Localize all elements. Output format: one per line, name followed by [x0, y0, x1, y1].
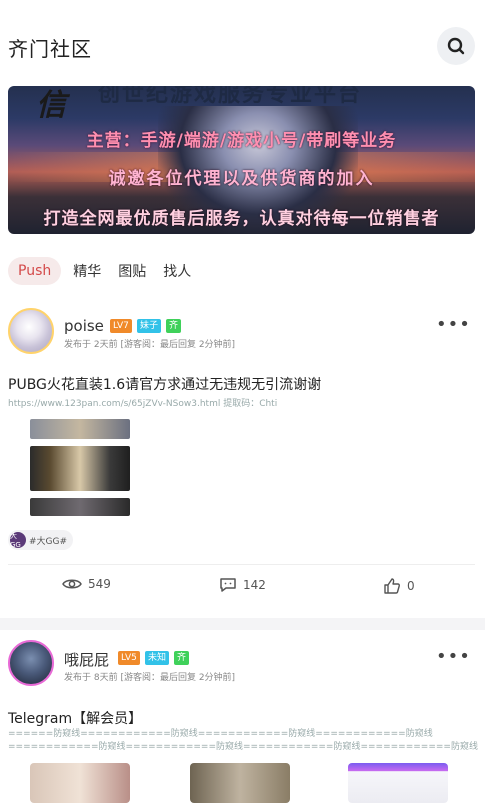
post-image[interactable]	[30, 498, 130, 516]
thumbs-up-icon	[384, 578, 400, 594]
post-meta: 发布于 2天前 [游客阅：最后回复 2分钟前]	[64, 340, 236, 350]
post-image[interactable]	[30, 446, 130, 491]
post-image[interactable]	[190, 763, 290, 803]
banner-line-business: 主营：手游/端游/游戏小号/带刷等业务	[86, 131, 397, 151]
more-options-icon[interactable]: •••	[436, 314, 471, 335]
eye-icon	[62, 579, 82, 589]
community-badge: 齐	[166, 319, 182, 333]
username[interactable]: poise	[64, 317, 104, 335]
comment-icon	[220, 578, 236, 592]
username[interactable]: 哦屁屁	[64, 649, 109, 670]
post-image[interactable]	[30, 419, 130, 439]
post-separator	[0, 618, 485, 630]
tab-push[interactable]: Push	[8, 257, 62, 285]
banner-logo: 信	[36, 88, 66, 123]
tab-image-posts[interactable]: 图贴	[118, 261, 146, 281]
community-badge: 齐	[174, 651, 190, 665]
comments-count: 142	[243, 578, 266, 592]
post-excerpt[interactable]: ======防窥线============防窥线============防窥线=…	[8, 728, 478, 754]
more-options-icon[interactable]: •••	[436, 646, 471, 667]
topic-tag[interactable]: 大GG #大GG#	[8, 530, 74, 550]
post-image[interactable]	[30, 763, 130, 803]
post-stats: 549 142 0	[0, 577, 485, 605]
post-card[interactable]: 哦屁屁 LV5 未知 齐 发布于 8天前 [游客阅：最后回复 2分钟前] •••…	[0, 630, 485, 803]
user-tag-badge: 未知	[145, 651, 170, 665]
topic-icon: 大GG	[10, 532, 26, 549]
search-button[interactable]	[437, 27, 475, 65]
divider	[8, 564, 475, 565]
user-tag-badge: 妹子	[137, 319, 162, 333]
post-image[interactable]	[348, 763, 448, 803]
banner-line-invite: 诚邀各位代理以及供货商的加入	[108, 169, 375, 189]
banner-line-service: 打造全网最优质售后服务，认真对待每一位销售者	[43, 209, 440, 229]
comments-stat[interactable]: 142	[219, 577, 266, 593]
app-header: 齐门社区	[0, 0, 485, 86]
post-title[interactable]: Telegram【解会员】	[8, 708, 142, 728]
promo-banner[interactable]: 信 创世纪游戏服务专业平台 主营：手游/端游/游戏小号/带刷等业务 诚邀各位代理…	[8, 86, 475, 234]
feed-tabs: Push 精华 图贴 找人	[8, 255, 208, 287]
post-card[interactable]: poise LV7 妹子 齐 发布于 2天前 [游客阅：最后回复 2分钟前] •…	[0, 300, 485, 618]
banner-headline: 创世纪游戏服务专业平台	[98, 86, 363, 107]
topic-label: #大GG#	[29, 536, 68, 547]
tab-featured[interactable]: 精华	[73, 261, 101, 281]
likes-stat[interactable]: 0	[383, 577, 415, 595]
level-badge: LV5	[118, 651, 140, 665]
post-link-text[interactable]: https://www.123pan.com/s/65jZVv-NSow3.ht…	[8, 396, 277, 409]
post-meta: 发布于 8天前 [游客阅：最后回复 2分钟前]	[64, 673, 236, 683]
avatar[interactable]	[8, 308, 54, 354]
views-stat: 549	[62, 577, 111, 591]
level-badge: LV7	[110, 319, 132, 333]
views-count: 549	[88, 577, 111, 591]
page-title: 齐门社区	[8, 37, 92, 61]
search-icon	[447, 37, 465, 55]
post-title[interactable]: PUBG火花直装1.6请官方求通过无违规无引流谢谢	[8, 374, 321, 394]
likes-count: 0	[407, 579, 415, 593]
avatar[interactable]	[8, 640, 54, 686]
tab-find-people[interactable]: 找人	[163, 261, 191, 281]
